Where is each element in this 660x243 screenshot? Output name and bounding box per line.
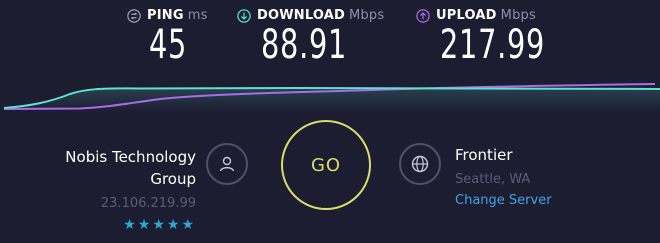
host-name-line1: Nobis Technology — [65, 148, 196, 166]
host-ip: 23.106.219.99 — [100, 196, 196, 211]
download-metric: DOWNLOAD Mbps 88.91 — [237, 8, 384, 67]
isp-name: Frontier — [455, 146, 513, 164]
upload-label: UPLOAD — [436, 8, 497, 23]
isp-location: Seattle, WA — [455, 172, 531, 187]
change-server-link[interactable]: Change Server — [455, 193, 552, 208]
upload-arrow-icon — [416, 8, 430, 23]
download-value: 88.91 — [261, 22, 348, 68]
user-icon — [219, 156, 235, 172]
ping-value: 45 — [149, 22, 188, 68]
ping-unit: ms — [187, 8, 208, 23]
globe-icon — [411, 155, 429, 173]
host-name-line2: Group — [150, 170, 196, 188]
host-icon-button[interactable] — [206, 143, 248, 185]
ping-label: PING — [147, 8, 184, 23]
ping-header: PING ms — [127, 8, 208, 23]
upload-metric: UPLOAD Mbps 217.99 — [416, 8, 586, 67]
ping-icon — [127, 8, 141, 23]
download-unit: Mbps — [349, 8, 385, 23]
upload-value: 217.99 — [440, 22, 546, 68]
download-header: DOWNLOAD Mbps — [237, 8, 384, 23]
isp-icon-button[interactable] — [399, 143, 441, 185]
speed-graph — [3, 83, 660, 112]
host-rating-stars: ★★★★★ — [123, 217, 196, 233]
host-name: Nobis Technology Group — [30, 146, 196, 190]
download-label: DOWNLOAD — [257, 8, 346, 23]
upload-unit: Mbps — [500, 8, 536, 23]
download-arrow-icon — [237, 8, 251, 23]
ping-metric: PING ms 45 — [127, 8, 208, 67]
upload-header: UPLOAD Mbps — [416, 8, 586, 23]
go-button[interactable]: GO — [281, 120, 371, 210]
